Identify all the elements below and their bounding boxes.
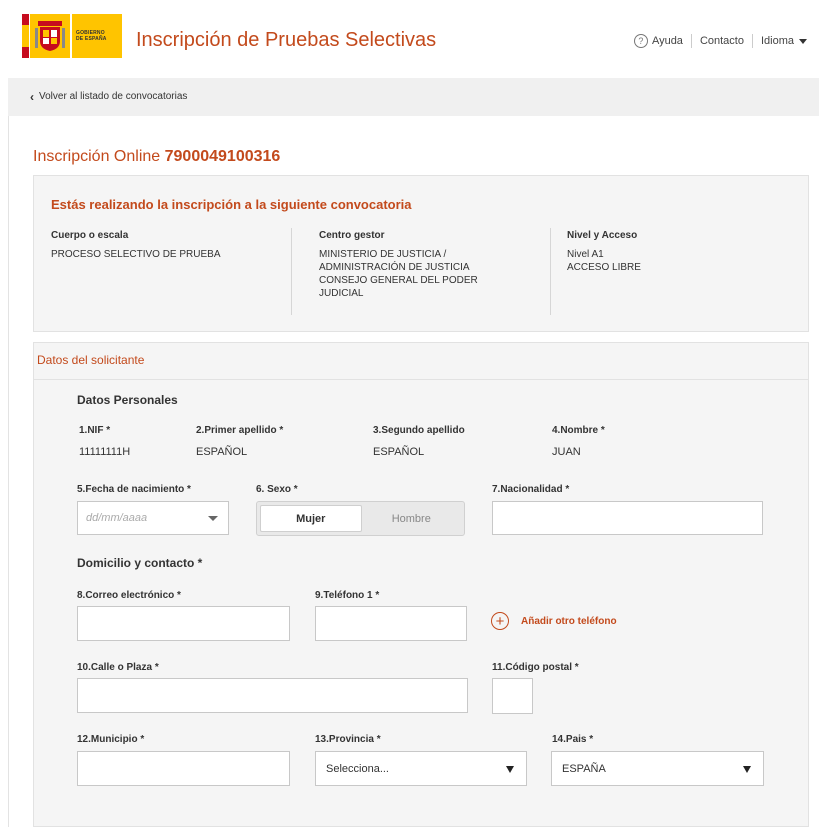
cuerpo-value: PROCESO SELECTIVO DE PRUEBA	[51, 249, 221, 260]
centro-line: CONSEJO GENERAL DEL PODER	[319, 275, 478, 286]
solicitante-header: Datos del solicitante	[34, 343, 808, 380]
app-title: Inscripción de Pruebas Selectivas	[136, 29, 437, 51]
pais-label: 14.Pais *	[552, 734, 594, 745]
solicitante-panel: Datos del solicitante Datos Personales 1…	[33, 342, 809, 827]
caret-down-icon	[799, 38, 807, 44]
add-phone-button[interactable]: + Añadir otro teléfono	[491, 612, 617, 630]
sexo-label: 6. Sexo *	[256, 484, 298, 495]
apellido1-label: 2.Primer apellido *	[196, 425, 284, 436]
telefono-label: 9.Teléfono 1 *	[315, 590, 380, 601]
gobierno-text-box: GOBIERNO DE ESPAÑA	[72, 14, 122, 58]
link-separator	[751, 34, 753, 48]
nombre-value: JUAN	[552, 446, 581, 458]
apellido2-label: 3.Segundo apellido	[373, 425, 465, 436]
column-divider	[550, 228, 551, 315]
page-title: Inscripción Online 7900049100316	[33, 148, 280, 166]
centro-line: JUDICIAL	[319, 288, 364, 299]
cuerpo-label: Cuerpo o escala	[51, 230, 129, 241]
left-border	[8, 0, 9, 827]
provincia-label: 13.Provincia *	[315, 734, 381, 745]
apellido1-value: ESPAÑOL	[196, 446, 248, 458]
municipio-label: 12.Municipio *	[77, 734, 145, 745]
domicilio-section-heading: Domicilio y contacto *	[77, 556, 203, 570]
nivel-column: Nivel y Acceso Nivel A1 ACCESO LIBRE	[567, 229, 641, 274]
birthdate-placeholder: dd/mm/aaaa	[86, 512, 148, 524]
caret-down-icon	[208, 516, 218, 521]
convocatoria-panel: Estás realizando la inscripción a la sig…	[33, 175, 809, 332]
app-header: GOBIERNO DE ESPAÑA Inscripción de Prueba…	[8, 0, 819, 79]
sexo-toggle[interactable]: Mujer Hombre	[256, 501, 465, 536]
pais-selected: ESPAÑA	[562, 762, 606, 775]
question-icon: ?	[633, 34, 648, 48]
caret-down-icon	[743, 766, 751, 773]
pais-select[interactable]: ESPAÑA	[551, 751, 764, 786]
link-separator	[690, 34, 692, 48]
nivel-label: Nivel y Acceso	[567, 230, 638, 241]
solicitante-title: Datos del solicitante	[37, 353, 145, 367]
top-links: ? Ayuda Contacto Idioma	[633, 34, 807, 48]
gobierno-logo[interactable]: GOBIERNO DE ESPAÑA	[22, 14, 122, 58]
municipio-input[interactable]	[77, 751, 290, 786]
registration-number: 7900049100316	[164, 148, 281, 165]
fecha-label: 5.Fecha de nacimiento *	[77, 484, 191, 495]
chevron-left-icon: ‹	[30, 89, 34, 104]
contact-link[interactable]: Contacto	[700, 35, 744, 47]
coat-of-arms-icon	[30, 14, 70, 58]
nombre-label: 4.Nombre *	[552, 425, 605, 436]
cp-label: 11.Código postal *	[492, 662, 579, 673]
centro-column: Centro gestor MINISTERIO DE JUSTICIA / A…	[319, 229, 478, 300]
nacionalidad-label: 7.Nacionalidad *	[492, 484, 570, 495]
flag-icon	[22, 14, 29, 58]
provincia-select[interactable]: Selecciona...	[315, 751, 527, 786]
add-phone-label: Añadir otro teléfono	[521, 615, 617, 627]
centro-line: ADMINISTRACIÓN DE JUSTICIA	[319, 262, 470, 273]
cuerpo-column: Cuerpo o escala PROCESO SELECTIVO DE PRU…	[51, 229, 221, 261]
correo-label: 8.Correo electrónico *	[77, 590, 181, 601]
column-divider	[291, 228, 292, 315]
apellido2-value: ESPAÑOL	[373, 446, 425, 458]
postal-code-input[interactable]	[492, 678, 533, 714]
sexo-option-hombre[interactable]: Hombre	[362, 505, 462, 532]
nacionalidad-input[interactable]	[492, 501, 763, 535]
breadcrumb-bar: ‹ Volver al listado de convocatorias	[8, 78, 819, 116]
plus-circle-icon: +	[491, 612, 509, 630]
caret-down-icon	[506, 766, 514, 773]
calle-label: 10.Calle o Plaza *	[77, 662, 159, 673]
convocatoria-heading: Estás realizando la inscripción a la sig…	[51, 197, 412, 212]
language-dropdown[interactable]: Idioma	[761, 35, 807, 47]
provincia-selected: Selecciona...	[326, 762, 389, 775]
birthdate-input[interactable]: dd/mm/aaaa	[77, 501, 229, 535]
nivel-line: Nivel A1	[567, 249, 604, 260]
page-title-prefix: Inscripción Online	[33, 148, 161, 165]
language-label: Idioma	[760, 35, 794, 47]
back-to-list-link[interactable]: ‹ Volver al listado de convocatorias	[30, 89, 188, 104]
sexo-option-mujer[interactable]: Mujer	[260, 505, 362, 532]
centro-label: Centro gestor	[319, 230, 385, 241]
email-input[interactable]	[77, 606, 290, 641]
nivel-line: ACCESO LIBRE	[567, 262, 641, 273]
nif-label: 1.NIF *	[79, 425, 111, 436]
gobierno-line2: DE ESPAÑA	[76, 36, 107, 42]
nif-value: 11111111H	[79, 446, 131, 458]
personal-section-heading: Datos Personales	[77, 393, 178, 407]
telefono-input[interactable]	[315, 606, 467, 641]
help-link[interactable]: ? Ayuda	[633, 34, 683, 48]
calle-input[interactable]	[77, 678, 468, 713]
back-link-label: Volver al listado de convocatorias	[39, 91, 188, 102]
help-label: Ayuda	[651, 35, 683, 47]
centro-line: MINISTERIO DE JUSTICIA /	[319, 249, 447, 260]
